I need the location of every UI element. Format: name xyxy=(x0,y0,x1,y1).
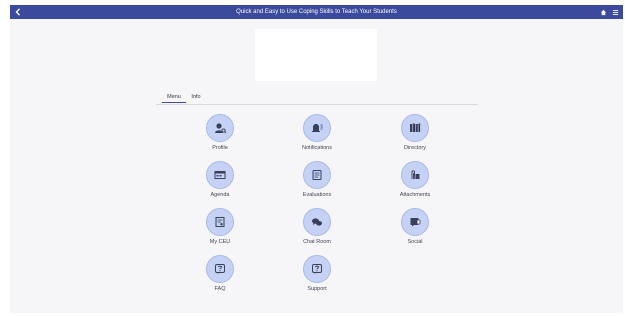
hamburger-menu-icon xyxy=(612,9,618,15)
menu-item-notifications[interactable]: Notifications xyxy=(287,114,347,156)
menu-item-icon-circle xyxy=(303,255,331,283)
menu-item-my-ceu[interactable]: My CEU xyxy=(190,208,250,250)
menu-item-label: My CEU xyxy=(209,239,231,245)
menu-item-icon-circle xyxy=(206,114,234,142)
menu-item-directory[interactable]: Directory xyxy=(385,114,445,156)
hamburger-menu-button[interactable] xyxy=(611,8,619,16)
menu-item-attachments[interactable]: Attachments xyxy=(385,161,445,203)
notifications-icon xyxy=(312,124,323,132)
top-bar: Quick and Easy to Use Coping Skills to T… xyxy=(10,5,623,19)
menu-item-icon-circle xyxy=(401,208,429,236)
event-banner-image xyxy=(255,29,377,81)
menu-item-social[interactable]: Social xyxy=(385,208,445,250)
menu-item-icon-circle xyxy=(206,255,234,283)
menu-item-label: Directory xyxy=(403,145,426,151)
attachments-icon xyxy=(411,170,420,180)
active-tab-indicator xyxy=(162,102,186,103)
menu-item-profile[interactable]: Profile xyxy=(190,114,250,156)
menu-item-chat-room[interactable]: Chat Room xyxy=(287,208,347,250)
certificate-icon xyxy=(215,217,225,227)
chat-icon xyxy=(312,218,322,226)
directory-icon xyxy=(410,123,421,132)
back-button[interactable] xyxy=(12,5,24,19)
menu-item-icon-circle xyxy=(206,161,234,189)
support-icon xyxy=(312,264,322,274)
profile-icon xyxy=(215,123,227,134)
social-icon xyxy=(410,218,421,227)
menu-item-faq[interactable]: FAQ xyxy=(190,255,250,297)
menu-item-label: Evaluations xyxy=(302,192,332,198)
menu-item-icon-circle xyxy=(303,208,331,236)
menu-item-icon-circle xyxy=(401,161,429,189)
agenda-icon xyxy=(214,171,226,179)
menu-item-support[interactable]: Support xyxy=(287,255,347,297)
home-icon xyxy=(600,9,606,15)
chevron-left-icon xyxy=(15,8,20,16)
menu-item-icon-circle xyxy=(303,114,331,142)
question-icon xyxy=(215,264,225,274)
tab-bar: Menu Info xyxy=(156,89,478,105)
menu-item-icon-circle xyxy=(206,208,234,236)
menu-item-evaluations[interactable]: Evaluations xyxy=(287,161,347,203)
screen: Quick and Easy to Use Coping Skills to T… xyxy=(0,0,625,316)
menu-item-label: Support xyxy=(307,286,327,292)
evaluations-icon xyxy=(312,170,322,180)
app-window: Quick and Easy to Use Coping Skills to T… xyxy=(10,5,623,313)
page-title: Quick and Easy to Use Coping Skills to T… xyxy=(236,9,397,15)
top-bar-actions xyxy=(599,5,619,19)
tab-info[interactable]: Info xyxy=(186,91,206,103)
menu-item-agenda[interactable]: Agenda xyxy=(190,161,250,203)
home-button[interactable] xyxy=(599,8,607,16)
menu-item-label: FAQ xyxy=(214,286,226,292)
menu-item-label: Agenda xyxy=(210,192,230,198)
menu-item-label: Attachments xyxy=(399,192,431,198)
menu-item-label: Notifications xyxy=(302,145,332,151)
menu-item-label: Profile xyxy=(212,145,228,151)
menu-item-label: Chat Room xyxy=(303,239,331,245)
menu-item-icon-circle xyxy=(401,114,429,142)
menu-item-label: Social xyxy=(407,239,423,245)
menu-item-icon-circle xyxy=(303,161,331,189)
